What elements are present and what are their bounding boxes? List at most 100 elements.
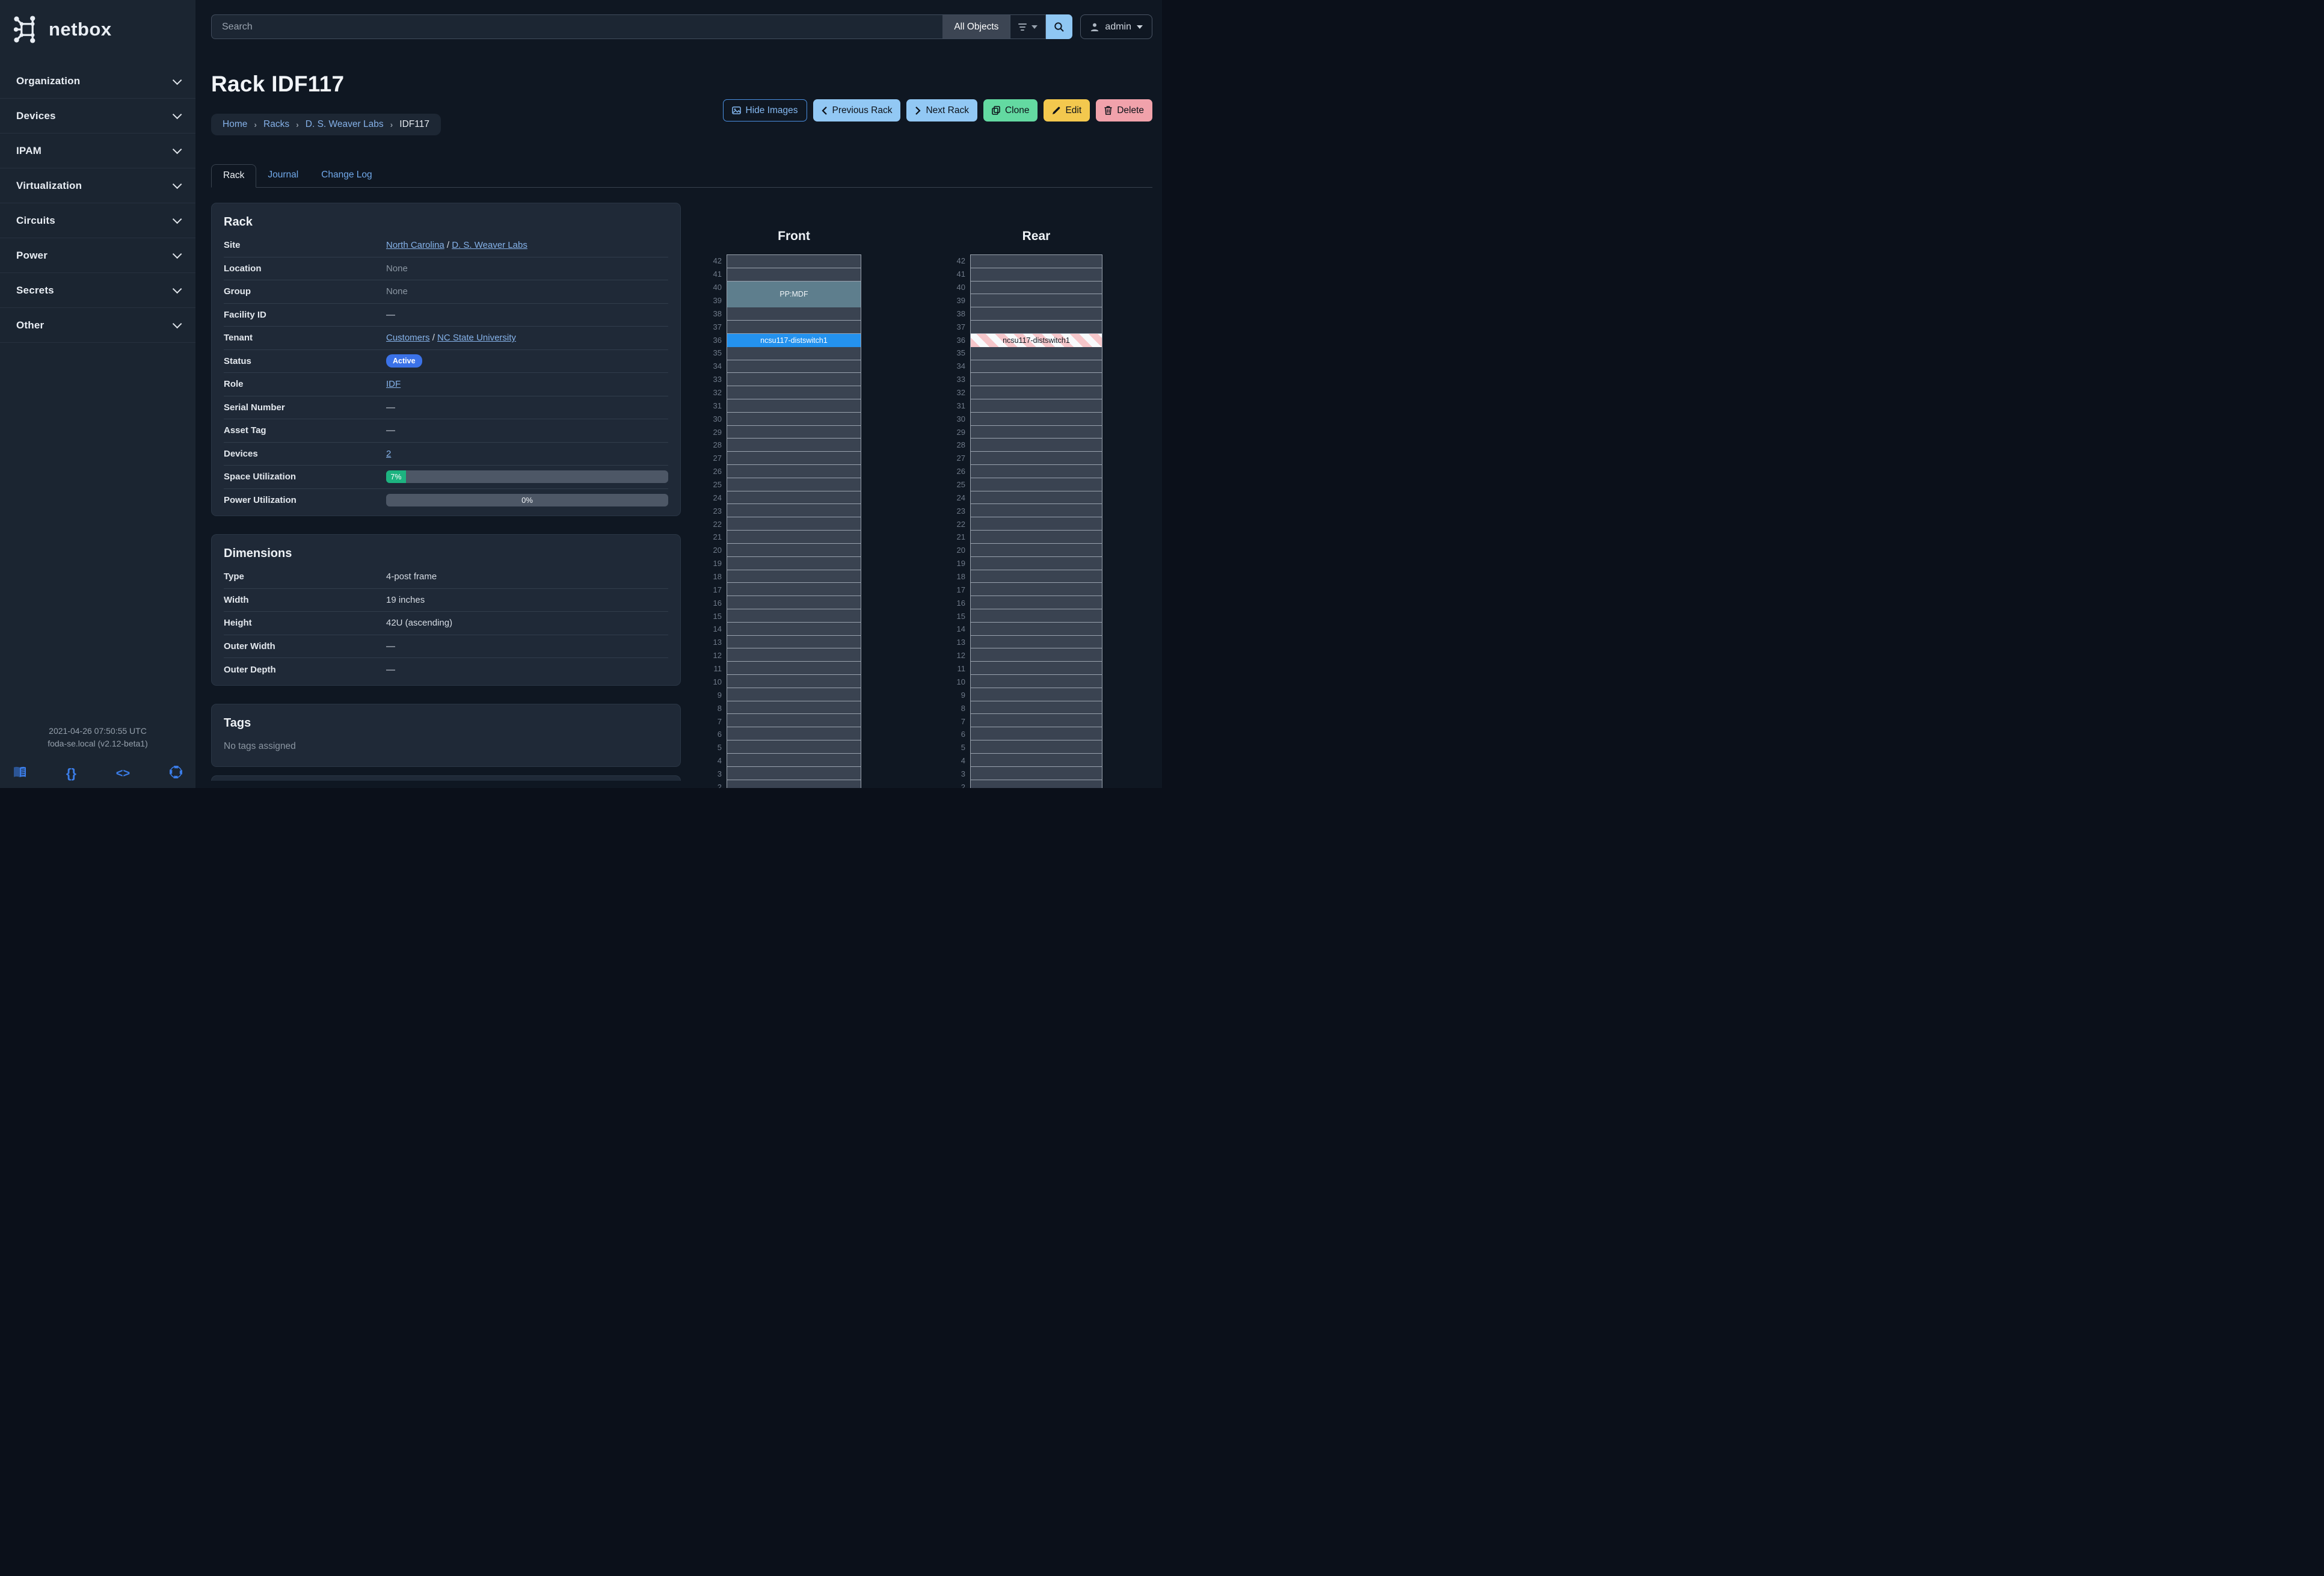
docs-book-link[interactable] <box>13 766 26 782</box>
rack-empty-slot[interactable] <box>727 648 861 662</box>
rack-empty-slot[interactable] <box>727 688 861 701</box>
rack-empty-slot[interactable] <box>727 399 861 413</box>
rack-empty-slot[interactable] <box>971 465 1102 478</box>
rack-empty-slot[interactable] <box>727 360 861 374</box>
rack-empty-slot[interactable] <box>727 556 861 570</box>
rack-empty-slot[interactable] <box>971 321 1102 334</box>
rack-empty-slot[interactable] <box>727 543 861 557</box>
rack-empty-slot[interactable] <box>971 425 1102 439</box>
rack-empty-slot[interactable] <box>727 583 861 597</box>
sidebar-item-other[interactable]: Other <box>0 308 195 343</box>
help-lifebuoy-link[interactable] <box>169 765 183 782</box>
api-braces-link[interactable]: {} <box>66 766 76 781</box>
tab-rack[interactable]: Rack <box>211 164 257 188</box>
rack-empty-slot[interactable] <box>727 373 861 387</box>
rack-empty-slot[interactable] <box>971 780 1102 788</box>
rack-empty-slot[interactable] <box>727 517 861 531</box>
rack-empty-slot[interactable] <box>727 504 861 518</box>
rack-empty-slot[interactable] <box>971 531 1102 544</box>
rack-empty-slot[interactable] <box>727 714 861 728</box>
source-code-link[interactable]: <> <box>116 767 130 781</box>
rack-empty-slot[interactable] <box>727 439 861 452</box>
rack-device[interactable]: ncsu117-distswitch1 <box>971 333 1102 347</box>
rack-empty-slot[interactable] <box>971 635 1102 649</box>
delete-button[interactable]: Delete <box>1096 99 1152 122</box>
sidebar-item-power[interactable]: Power <box>0 238 195 273</box>
breadcrumb-item[interactable]: D. S. Weaver Labs <box>306 119 384 130</box>
rack-empty-slot[interactable] <box>727 321 861 334</box>
breadcrumb-item[interactable]: Racks <box>263 119 289 130</box>
rack-empty-slot[interactable] <box>727 622 861 636</box>
rack-empty-slot[interactable] <box>971 688 1102 701</box>
sidebar-item-secrets[interactable]: Secrets <box>0 273 195 308</box>
attribute-link[interactable]: North Carolina <box>386 240 444 250</box>
rack-empty-slot[interactable] <box>727 425 861 439</box>
attribute-link[interactable]: IDF <box>386 379 401 389</box>
rack-empty-slot[interactable] <box>727 701 861 715</box>
rack-empty-slot[interactable] <box>971 491 1102 505</box>
rack-empty-slot[interactable] <box>971 622 1102 636</box>
rack-empty-slot[interactable] <box>727 491 861 505</box>
rack-empty-slot[interactable] <box>971 399 1102 413</box>
rack-empty-slot[interactable] <box>971 675 1102 688</box>
rack-empty-slot[interactable] <box>971 543 1102 557</box>
next-rack-button[interactable]: Next Rack <box>906 99 977 122</box>
rack-empty-slot[interactable] <box>727 635 861 649</box>
rack-empty-slot[interactable] <box>971 609 1102 623</box>
netbox-logo[interactable]: netbox <box>0 0 195 55</box>
rack-empty-slot[interactable] <box>971 570 1102 583</box>
sidebar-item-ipam[interactable]: IPAM <box>0 134 195 168</box>
rack-empty-slot[interactable] <box>727 412 861 426</box>
attribute-link[interactable]: D. S. Weaver Labs <box>452 240 527 250</box>
rack-empty-slot[interactable] <box>971 504 1102 518</box>
attribute-link[interactable]: Customers <box>386 333 430 343</box>
rack-empty-slot[interactable] <box>971 412 1102 426</box>
rack-empty-slot[interactable] <box>971 714 1102 728</box>
rack-empty-slot[interactable] <box>971 766 1102 780</box>
search-submit-button[interactable] <box>1046 14 1073 39</box>
rack-empty-slot[interactable] <box>971 346 1102 360</box>
rack-empty-slot[interactable] <box>971 452 1102 465</box>
attribute-link[interactable]: NC State University <box>437 333 516 343</box>
rack-empty-slot[interactable] <box>727 255 861 268</box>
rack-empty-slot[interactable] <box>727 307 861 321</box>
rack-empty-slot[interactable] <box>971 373 1102 387</box>
rack-empty-slot[interactable] <box>971 753 1102 767</box>
rack-empty-slot[interactable] <box>727 596 861 609</box>
sidebar-item-circuits[interactable]: Circuits <box>0 203 195 238</box>
rack-empty-slot[interactable] <box>727 346 861 360</box>
search-filter-dropdown-button[interactable] <box>1010 14 1047 39</box>
tab-journal[interactable]: Journal <box>256 164 310 187</box>
attribute-link[interactable]: 2 <box>386 449 391 459</box>
rack-empty-slot[interactable] <box>727 780 861 788</box>
clone-button[interactable]: Clone <box>983 99 1038 122</box>
rack-empty-slot[interactable] <box>727 740 861 754</box>
rack-empty-slot[interactable] <box>727 727 861 741</box>
rack-empty-slot[interactable] <box>971 439 1102 452</box>
hide-images-button[interactable]: Hide Images <box>722 99 807 122</box>
rack-empty-slot[interactable] <box>727 452 861 465</box>
rack-empty-slot[interactable] <box>727 753 861 767</box>
rack-empty-slot[interactable] <box>727 386 861 399</box>
rack-empty-slot[interactable] <box>971 386 1102 399</box>
rack-empty-slot[interactable] <box>971 556 1102 570</box>
rack-empty-slot[interactable] <box>727 531 861 544</box>
edit-button[interactable]: Edit <box>1044 99 1090 122</box>
sidebar-item-devices[interactable]: Devices <box>0 99 195 134</box>
breadcrumb-item[interactable]: Home <box>223 119 247 130</box>
rack-empty-slot[interactable] <box>971 294 1102 308</box>
sidebar-item-organization[interactable]: Organization <box>0 64 195 99</box>
rack-empty-slot[interactable] <box>727 766 861 780</box>
user-menu-button[interactable]: admin <box>1080 14 1152 39</box>
rack-empty-slot[interactable] <box>727 465 861 478</box>
rack-empty-slot[interactable] <box>727 662 861 675</box>
rack-empty-slot[interactable] <box>971 255 1102 268</box>
rack-empty-slot[interactable] <box>971 648 1102 662</box>
rack-empty-slot[interactable] <box>971 701 1102 715</box>
rack-empty-slot[interactable] <box>971 740 1102 754</box>
tab-change-log[interactable]: Change Log <box>310 164 383 187</box>
rack-device[interactable]: PP:MDF <box>727 281 861 308</box>
rack-empty-slot[interactable] <box>971 517 1102 531</box>
rack-empty-slot[interactable] <box>727 478 861 491</box>
rack-empty-slot[interactable] <box>727 675 861 688</box>
